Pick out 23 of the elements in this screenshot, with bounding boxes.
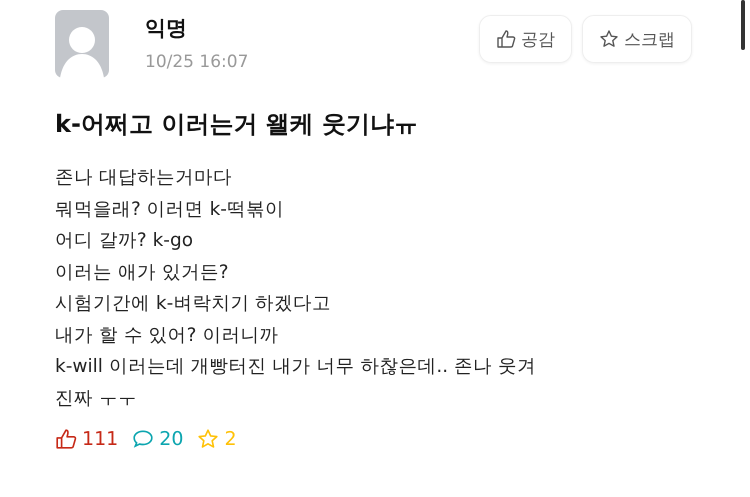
scrap-count: 2 xyxy=(197,428,237,450)
comment-count: 20 xyxy=(132,428,184,450)
post-text: 내가 할 수 있어? 이러니까 xyxy=(55,324,280,348)
thumbs-up-icon xyxy=(496,29,516,49)
post-text: 진짜 ㅜㅜ xyxy=(55,386,138,410)
speech-bubble-icon xyxy=(132,428,154,450)
star-icon xyxy=(599,29,619,49)
scrap-button[interactable]: 스크랩 xyxy=(582,15,692,63)
like-button[interactable]: 공감 xyxy=(479,15,572,63)
post-time: 10/25 16:07 xyxy=(145,52,248,72)
scrollbar[interactable] xyxy=(741,0,745,50)
post-text: k-will 이러는데 개빵터진 내가 너무 하찮은데.. 존나 웃겨 xyxy=(55,355,537,379)
thumbs-up-icon xyxy=(55,428,77,450)
post-text: 뭐먹을래? 이러면 k-떡볶이 xyxy=(55,198,285,222)
post-title: k-어쩌고 이러는거 왤케 웃기냐ㅠ xyxy=(55,109,419,140)
star-icon xyxy=(197,428,220,450)
like-count: 111 xyxy=(55,428,118,450)
author-name: 익명 xyxy=(145,15,188,42)
post-text: 이러는 애가 있거든? xyxy=(55,260,230,284)
post-text: 어디 갈까? k-go xyxy=(55,229,194,253)
avatar-icon xyxy=(55,10,109,78)
post-text: 시험기간에 k-벼락치기 하겠다고 xyxy=(55,292,332,316)
post-text: 존나 대답하는거마다 xyxy=(55,166,233,190)
